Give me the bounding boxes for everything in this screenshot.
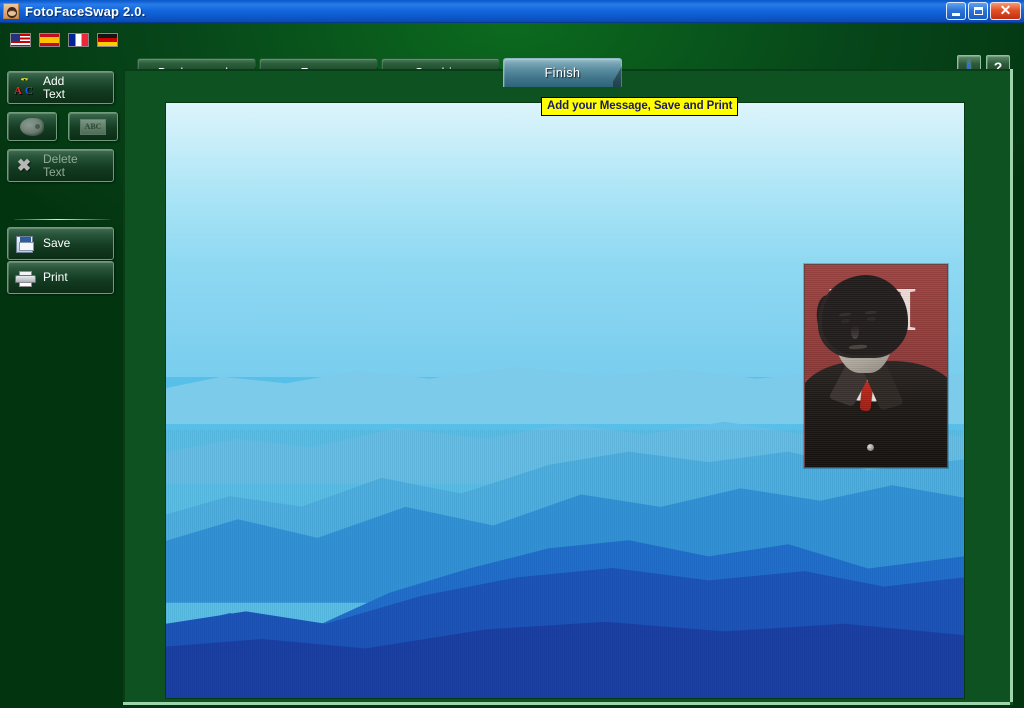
flag-icon-spanish[interactable] (39, 33, 60, 47)
print-button[interactable]: Print (7, 261, 114, 294)
tab-finish[interactable]: Finish (503, 58, 622, 87)
abc-letters-icon: BAC (14, 75, 33, 97)
status-message: Add your Message, Save and Print (541, 97, 739, 116)
flag-icon-german[interactable] (97, 33, 118, 47)
flag-icon-french[interactable] (68, 33, 89, 47)
font-box-icon: ABC (80, 118, 106, 135)
close-button[interactable]: ✕ (990, 2, 1021, 20)
x-delete-icon: ✖ (16, 155, 32, 175)
face-app-icon (3, 3, 19, 19)
flag-icon-english[interactable] (10, 33, 31, 47)
photo-coat-button (867, 444, 874, 451)
left-sidebar: BAC Add Text ABC ✖ Delete Text Save Prin… (0, 69, 123, 708)
language-flag-bar (10, 33, 118, 47)
add-text-button[interactable]: BAC Add Text (7, 71, 114, 104)
save-button[interactable]: Save (7, 227, 114, 260)
photo-hair (822, 275, 908, 355)
tab-finish-label: Finish (544, 66, 581, 80)
top-toolbar: Backgrounds Faces Combine Finish i ? (0, 23, 1024, 87)
app-window: FotoFaceSwap 2.0. ✕ Finish i ? B A C Add… (0, 0, 1024, 708)
add-text-label: Add Text (43, 74, 66, 101)
delete-text-button: ✖ Delete Text (7, 149, 114, 182)
maximize-button[interactable] (968, 2, 988, 20)
photo-nose (851, 325, 859, 339)
main-body: Backgrounds Faces Combine Finish i ? (0, 23, 1024, 708)
window-title: FotoFaceSwap 2.0. (25, 3, 146, 19)
floppy-disk-icon (13, 232, 39, 256)
title-bar-left: FotoFaceSwap 2.0. (0, 3, 145, 19)
text-font-button: ABC (68, 112, 118, 141)
print-label: Print (43, 270, 68, 285)
color-palette-icon (20, 117, 44, 136)
window-controls: ✕ (946, 2, 1021, 20)
minimize-icon (952, 12, 960, 16)
minimize-button[interactable] (946, 2, 966, 20)
photo-canvas[interactable]: MI (165, 102, 965, 699)
pasted-face-photo[interactable]: MI (804, 264, 948, 468)
sidebar-divider (14, 219, 110, 220)
maximize-icon (973, 7, 983, 15)
title-bar: FotoFaceSwap 2.0. ✕ (0, 0, 1024, 23)
close-icon: ✕ (999, 2, 1012, 18)
save-label: Save (43, 236, 71, 251)
delete-text-label: Delete Text (43, 152, 78, 179)
printer-icon (13, 266, 39, 290)
canvas-panel: Add your Message, Save and Print MI (123, 69, 1013, 705)
text-color-button (7, 112, 57, 141)
